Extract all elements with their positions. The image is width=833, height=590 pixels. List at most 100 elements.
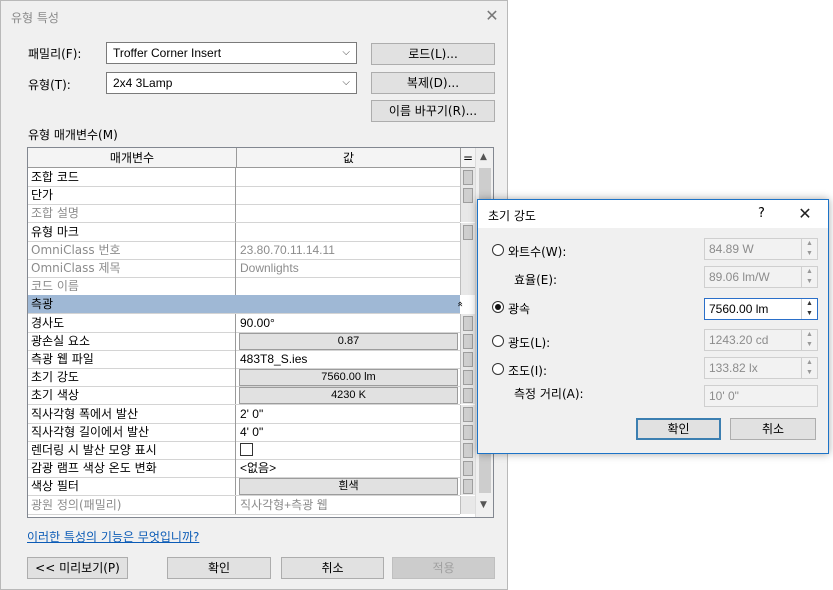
luminous-flux-field[interactable]: 7560.00 lm ▲ ▼ bbox=[704, 298, 818, 320]
parameter-value[interactable] bbox=[237, 186, 460, 204]
parameter-row[interactable]: 색상 필터 흰색 bbox=[28, 477, 475, 497]
collapse-icon[interactable]: » bbox=[452, 301, 470, 307]
value-button[interactable]: 4230 K bbox=[239, 387, 458, 405]
cancel-button[interactable]: 취소 bbox=[281, 557, 384, 579]
parameter-value[interactable]: 23.80.70.11.14.11 bbox=[237, 241, 460, 259]
parameter-row[interactable]: 경사도 90.00° bbox=[28, 313, 475, 333]
parameter-row[interactable]: OmniClass 번호 23.80.70.11.14.11 bbox=[28, 240, 475, 260]
parameter-row[interactable]: 조합 설명 bbox=[28, 204, 475, 224]
parameter-grid: 매개변수 값 = 조합 코드 단가 조합 설명 유형 마크 OmniClass 번호 23… bbox=[27, 147, 494, 518]
parameter-value[interactable] bbox=[237, 204, 460, 222]
ok-button[interactable]: 확인 bbox=[167, 557, 271, 579]
luminous-intensity-radio[interactable] bbox=[492, 335, 504, 347]
intensity-cancel-button[interactable]: 취소 bbox=[730, 418, 816, 440]
parameter-row[interactable]: 코드 이름 bbox=[28, 277, 475, 297]
formula-button[interactable] bbox=[460, 222, 475, 241]
parameter-value[interactable] bbox=[237, 223, 460, 241]
parameter-row[interactable]: 조합 코드 bbox=[28, 168, 475, 187]
parameter-value-button[interactable]: 0.87 bbox=[237, 332, 460, 350]
parameter-row[interactable]: 측광 웹 파일 483T8_S.ies bbox=[28, 350, 475, 369]
load-button[interactable]: 로드(L)... bbox=[371, 43, 495, 65]
formula-button[interactable] bbox=[460, 368, 475, 387]
parameter-row[interactable]: 직사각형 길이에서 발산 4' 0" bbox=[28, 422, 475, 442]
formula-button[interactable] bbox=[460, 259, 475, 277]
parameter-value-button[interactable]: 4230 K bbox=[237, 386, 460, 405]
section-row[interactable]: 측광» bbox=[28, 295, 466, 315]
formula-button[interactable] bbox=[460, 204, 475, 223]
parameter-name: 광손실 요소 bbox=[28, 331, 236, 350]
scroll-up-icon[interactable]: ▲ bbox=[480, 152, 487, 162]
spin-up-icon[interactable]: ▲ bbox=[802, 299, 817, 309]
parameter-row[interactable]: 광손실 요소 0.87 bbox=[28, 331, 475, 351]
formula-button[interactable] bbox=[460, 168, 475, 186]
parameter-value[interactable]: Downlights bbox=[237, 259, 460, 277]
duplicate-button[interactable]: 복제(D)... bbox=[371, 72, 495, 94]
show-shape-checkbox[interactable] bbox=[240, 443, 253, 456]
help-icon[interactable]: ? bbox=[758, 206, 765, 221]
parameter-value[interactable]: 직사각형+측광 웹 bbox=[237, 496, 460, 514]
formula-button[interactable] bbox=[460, 495, 475, 514]
scroll-down-icon[interactable]: ▼ bbox=[480, 500, 487, 510]
parameter-row[interactable]: 직사각형 폭에서 발산 2' 0" bbox=[28, 404, 475, 424]
parameter-row[interactable]: 감광 램프 색상 온도 변화 <없음> bbox=[28, 459, 475, 479]
wattage-radio[interactable] bbox=[492, 244, 504, 256]
value-button[interactable]: 흰색 bbox=[239, 478, 458, 496]
parameter-value[interactable] bbox=[237, 277, 460, 295]
formula-button[interactable] bbox=[460, 277, 475, 296]
luminous-flux-label[interactable]: 광속 bbox=[508, 300, 530, 317]
intensity-ok-button[interactable]: 확인 bbox=[636, 418, 721, 440]
spin-down-icon[interactable]: ▼ bbox=[802, 309, 817, 319]
spin-down-icon: ▼ bbox=[806, 278, 813, 285]
header-value[interactable]: 값 bbox=[237, 148, 460, 168]
family-dropdown[interactable]: Troffer Corner Insert ⌵ bbox=[106, 42, 357, 64]
formula-button[interactable] bbox=[460, 422, 475, 441]
luminous-flux-radio[interactable] bbox=[492, 301, 504, 313]
formula-button[interactable] bbox=[460, 186, 475, 205]
close-icon[interactable]: ✕ bbox=[483, 8, 501, 24]
rename-button[interactable]: 이름 바꾸기(R)... bbox=[371, 100, 495, 122]
header-formula[interactable]: = bbox=[460, 148, 475, 168]
parameter-value-checkbox[interactable] bbox=[237, 441, 460, 459]
spin-down-icon: ▼ bbox=[806, 250, 813, 257]
formula-button[interactable] bbox=[460, 331, 475, 350]
parameter-row[interactable]: 렌더링 시 발산 모양 표시 bbox=[28, 441, 475, 460]
illuminance-label[interactable]: 조도(I): bbox=[508, 362, 547, 379]
type-dropdown[interactable]: 2x4 3Lamp ⌵ bbox=[106, 72, 357, 94]
preview-button[interactable]: << 미리보기(P) bbox=[27, 557, 128, 579]
parameter-row[interactable]: 초기 강도 7560.00 lm bbox=[28, 368, 475, 388]
formula-button[interactable] bbox=[460, 313, 475, 332]
parameter-value[interactable]: 90.00° bbox=[237, 314, 460, 332]
luminous-intensity-label[interactable]: 광도(L): bbox=[508, 334, 550, 351]
parameter-row[interactable]: 초기 색상 4230 K bbox=[28, 386, 475, 406]
parameter-value[interactable]: 2' 0" bbox=[237, 405, 460, 423]
parameter-name: 광원 정의(패밀리) bbox=[28, 495, 236, 514]
formula-button[interactable] bbox=[460, 386, 475, 405]
parameter-row[interactable]: 유형 마크 bbox=[28, 222, 475, 242]
parameter-row[interactable]: 광원 정의(패밀리) 직사각형+측광 웹 bbox=[28, 495, 475, 515]
formula-button[interactable] bbox=[460, 404, 475, 423]
initial-intensity-dialog: 초기 강도 ? ✕ 와트수(W): 84.89 W ▲ ▼ 효율(E): 89.0… bbox=[477, 199, 829, 454]
parameter-row[interactable]: 단가 bbox=[28, 186, 475, 206]
parameter-value[interactable] bbox=[237, 168, 460, 186]
illuminance-radio[interactable] bbox=[492, 363, 504, 375]
parameter-value[interactable]: <없음> bbox=[237, 459, 460, 477]
parameter-value-button[interactable]: 7560.00 lm bbox=[237, 368, 460, 387]
formula-button[interactable] bbox=[460, 441, 475, 459]
formula-button[interactable] bbox=[460, 477, 475, 496]
chevron-down-icon: ⌵ bbox=[342, 77, 350, 88]
value-button[interactable]: 7560.00 lm bbox=[239, 369, 458, 387]
value-button[interactable]: 0.87 bbox=[239, 332, 458, 350]
formula-button[interactable] bbox=[460, 350, 475, 368]
formula-button[interactable] bbox=[460, 240, 475, 259]
close-icon[interactable]: ✕ bbox=[796, 206, 814, 222]
luminous-intensity-field: 1243.20 cd ▲ ▼ bbox=[704, 329, 818, 351]
parameter-value[interactable]: 4' 0" bbox=[237, 423, 460, 441]
parameter-row[interactable]: OmniClass 제목 Downlights bbox=[28, 259, 475, 278]
parameter-value-button[interactable]: 흰색 bbox=[237, 477, 460, 496]
help-link[interactable]: 이러한 특성의 기능은 무엇입니까? bbox=[27, 528, 199, 545]
wattage-label[interactable]: 와트수(W): bbox=[508, 243, 566, 260]
header-parameter[interactable]: 매개변수 bbox=[28, 148, 237, 168]
distance-label: 측정 거리(A): bbox=[514, 387, 584, 401]
formula-button[interactable] bbox=[460, 459, 475, 478]
parameter-value[interactable]: 483T8_S.ies bbox=[237, 350, 460, 368]
